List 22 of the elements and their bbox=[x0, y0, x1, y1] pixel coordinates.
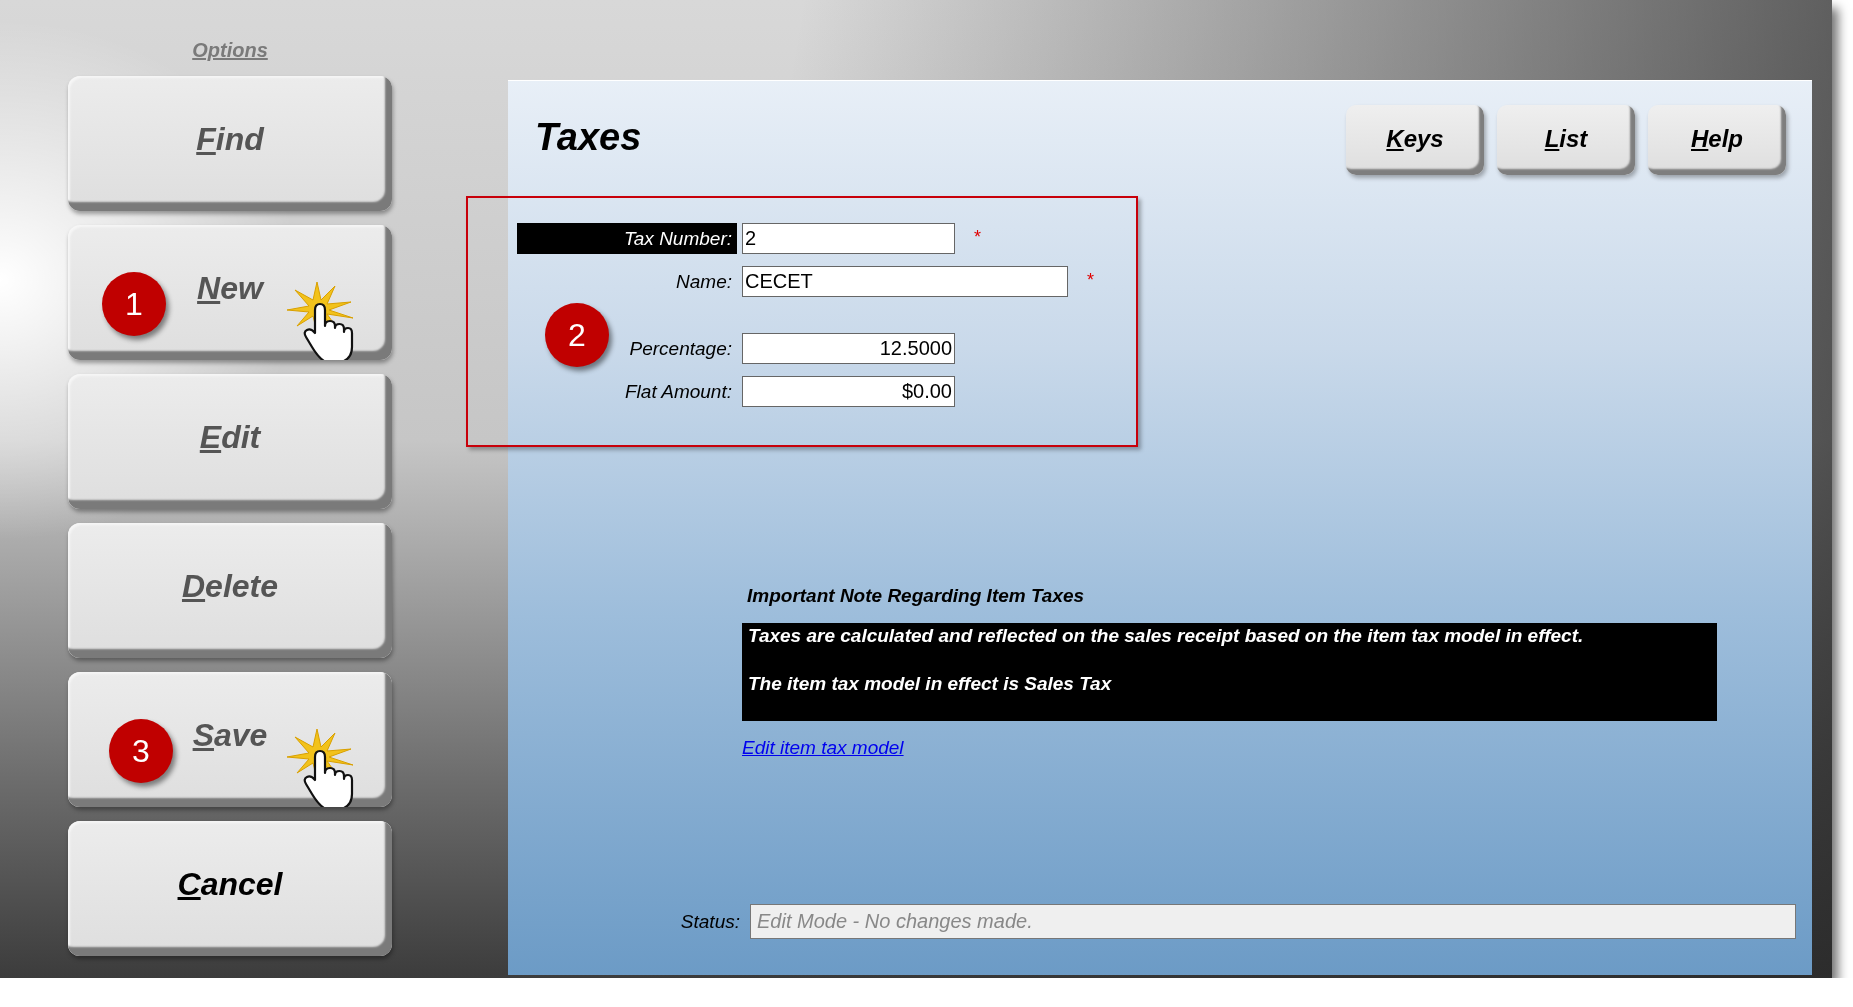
field-label: Name: bbox=[676, 270, 733, 294]
input-field[interactable]: 12.5000 bbox=[742, 333, 955, 364]
step-number-badge: 2 bbox=[545, 303, 609, 367]
input-field[interactable]: $0.00 bbox=[742, 376, 955, 407]
required-mark: * bbox=[974, 227, 981, 248]
sidebar-button[interactable]: Cancel bbox=[68, 821, 392, 956]
field-label: Flat Amount: bbox=[625, 380, 733, 404]
status-label: Status: bbox=[679, 910, 740, 933]
field-label: Percentage: bbox=[629, 337, 733, 361]
note-heading: Important Note Regarding Item Taxes bbox=[747, 585, 1086, 607]
toolbar-button[interactable]: List bbox=[1497, 105, 1635, 175]
toolbar-button[interactable]: Help bbox=[1648, 105, 1786, 175]
input-field[interactable]: 2 bbox=[742, 223, 955, 254]
note-text: The item tax model in effect is Sales Tax bbox=[748, 673, 1113, 695]
input-field[interactable]: CECET bbox=[742, 266, 1068, 297]
field-label: Tax Number: bbox=[517, 223, 737, 254]
options-heading: Options bbox=[191, 38, 269, 62]
toolbar-button[interactable]: Keys bbox=[1346, 105, 1484, 175]
note-text: Taxes are calculated and reflected on the sales receipt based on the item tax model in effect. bbox=[748, 625, 1585, 647]
page-title: Taxes bbox=[535, 116, 643, 159]
edit-tax-model-link[interactable]: Edit item tax model bbox=[742, 737, 904, 759]
required-mark: * bbox=[1087, 270, 1094, 291]
